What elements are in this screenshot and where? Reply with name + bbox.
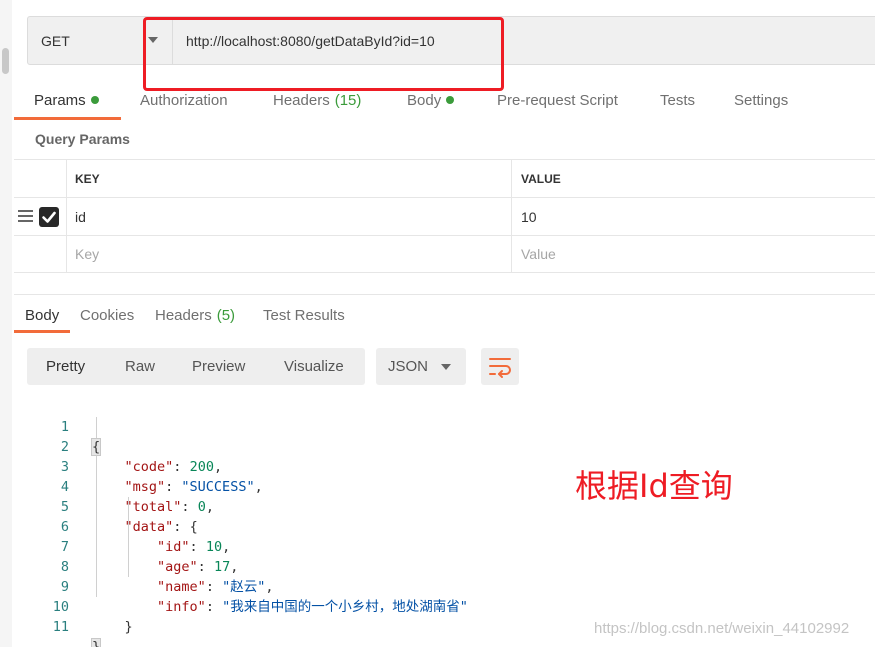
code-line: 9 "info": "我来自中国的一个小乡村，地处湖南省" xyxy=(27,557,587,615)
wrap-lines-icon xyxy=(489,358,511,378)
view-mode-group: Pretty Raw Preview Visualize xyxy=(27,348,365,385)
request-tabs: Params Authorization Headers (15) Body P… xyxy=(14,82,875,120)
active-tab-indicator xyxy=(14,330,70,333)
code-line: 6 "id": 10, xyxy=(27,497,587,555)
code-line: 11 } xyxy=(27,597,587,647)
tab-headers-count: (15) xyxy=(334,91,362,109)
table-row-new: Key Value xyxy=(14,235,875,273)
tab-headers[interactable]: Headers (15) xyxy=(273,82,361,118)
raw-button[interactable]: Raw xyxy=(125,348,155,385)
tab-test-results-label: Test Results xyxy=(263,306,345,324)
params-table: KEY VALUE id 10 Key Value xyxy=(14,159,875,273)
param-value-cell[interactable]: 10 xyxy=(512,198,875,235)
code-line: 5 "data": { xyxy=(27,477,587,535)
code-line: 3 "msg": "SUCCESS", xyxy=(27,437,587,495)
tab-response-headers-label: Headers xyxy=(155,306,212,324)
pretty-button[interactable]: Pretty xyxy=(46,348,85,385)
response-tabs: Body Cookies Headers (5) Test Results xyxy=(14,298,875,334)
url-input[interactable]: http://localhost:8080/getDataById?id=10 xyxy=(172,17,875,64)
format-select[interactable]: JSON xyxy=(376,348,466,385)
scrollbar-thumb[interactable] xyxy=(2,48,9,74)
visualize-button[interactable]: Visualize xyxy=(284,348,344,385)
chevron-down-icon xyxy=(148,37,158,43)
tab-params[interactable]: Params xyxy=(34,82,99,118)
tab-response-body-label: Body xyxy=(25,306,60,324)
tab-settings[interactable]: Settings xyxy=(734,82,788,118)
new-key-input[interactable]: Key xyxy=(66,236,512,272)
tab-settings-label: Settings xyxy=(734,91,789,109)
checkmark-icon xyxy=(42,211,56,223)
tab-authorization-label: Authorization xyxy=(140,91,228,109)
line-number: 11 xyxy=(52,619,69,635)
format-label: JSON xyxy=(388,358,429,375)
new-value-input[interactable]: Value xyxy=(512,236,875,272)
active-tab-indicator xyxy=(14,117,121,120)
active-dot-icon xyxy=(446,96,455,104)
tab-tests[interactable]: Tests xyxy=(660,82,695,118)
value-column-header: VALUE xyxy=(521,171,561,186)
tab-params-label: Params xyxy=(34,91,86,109)
tab-test-results[interactable]: Test Results xyxy=(263,298,345,332)
wrap-lines-button[interactable] xyxy=(481,348,519,385)
tab-tests-label: Tests xyxy=(660,91,696,109)
tab-headers-label: Headers xyxy=(273,91,330,109)
query-params-title: Query Params xyxy=(35,131,130,147)
code-line: 8 "name": "赵云", xyxy=(27,537,587,595)
watermark: https://blog.csdn.net/weixin_44102992 xyxy=(594,620,850,637)
tab-body[interactable]: Body xyxy=(407,82,455,118)
method-label: GET xyxy=(41,32,70,49)
response-divider xyxy=(14,294,875,295)
request-bar: GET http://localhost:8080/getDataById?id… xyxy=(27,16,875,65)
tab-response-body[interactable]: Body xyxy=(25,298,59,332)
code-line: 7 "age": 17, xyxy=(27,517,587,575)
param-enabled-checkbox[interactable] xyxy=(39,207,59,227)
table-header-row: KEY VALUE xyxy=(14,159,875,197)
tab-pre-request-label: Pre-request Script xyxy=(497,91,618,109)
param-key-cell[interactable]: id xyxy=(66,198,512,235)
tab-response-headers-count: (5) xyxy=(216,306,236,324)
active-dot-icon xyxy=(90,96,99,104)
response-body-viewer[interactable]: 1 { 2 "code": 200, 3 "msg": "SUCCESS", 4… xyxy=(27,397,587,647)
tab-response-headers[interactable]: Headers (5) xyxy=(155,298,235,332)
code-line: 4 "total": 0, xyxy=(27,457,587,515)
query-by-id-annotation: 根据Id查询 xyxy=(575,467,733,505)
preview-button[interactable]: Preview xyxy=(192,348,245,385)
method-select[interactable]: GET xyxy=(28,17,172,64)
close-brace: } xyxy=(90,638,102,647)
code-line: 2 "code": 200, xyxy=(27,417,587,475)
code-line: 10 } xyxy=(27,577,587,635)
tab-pre-request-script[interactable]: Pre-request Script xyxy=(497,82,618,118)
tab-cookies[interactable]: Cookies xyxy=(80,298,134,332)
url-text: http://localhost:8080/getDataById?id=10 xyxy=(186,32,435,49)
tab-body-label: Body xyxy=(407,91,442,109)
chevron-down-icon xyxy=(441,364,451,370)
tab-authorization[interactable]: Authorization xyxy=(140,82,228,118)
code-line: 1 { xyxy=(27,397,587,456)
table-row: id 10 xyxy=(14,197,875,235)
key-column-header: KEY xyxy=(66,160,512,197)
tab-cookies-label: Cookies xyxy=(80,306,135,324)
drag-handle-icon[interactable] xyxy=(18,210,33,222)
vertical-scrollbar[interactable] xyxy=(0,0,12,647)
